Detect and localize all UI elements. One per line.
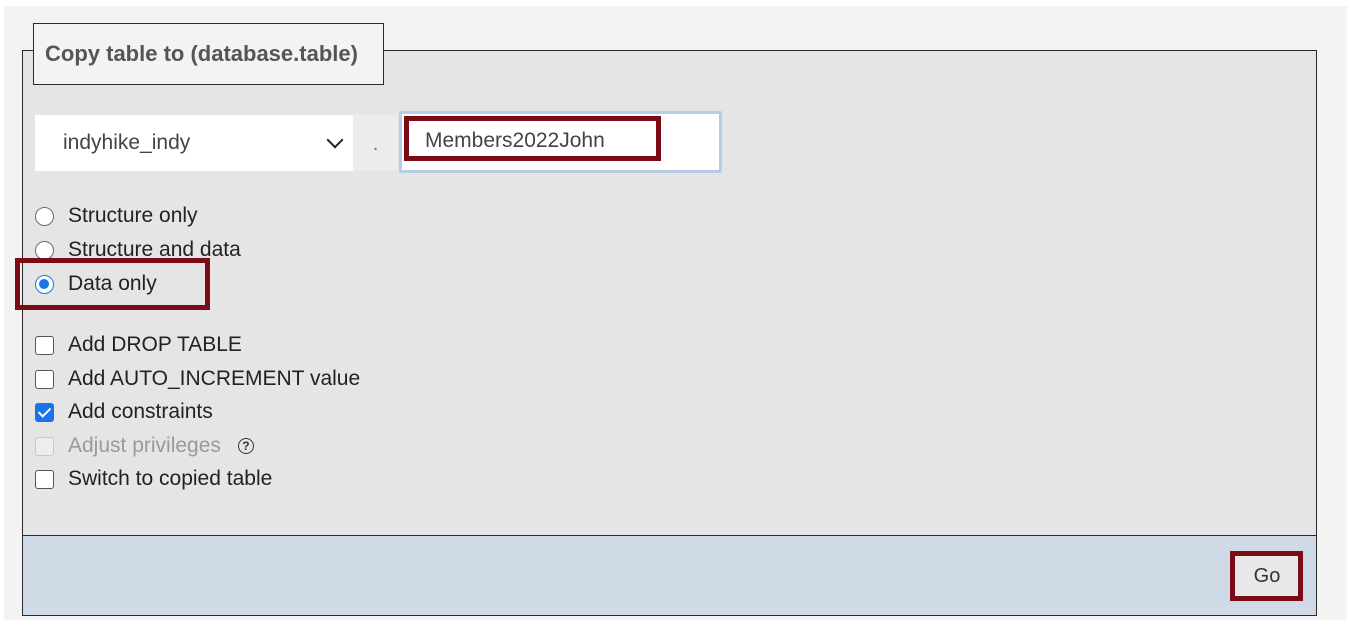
form-footer <box>22 535 1317 616</box>
fieldset-legend: Copy table to (database.table) <box>33 23 384 85</box>
chevron-down-icon <box>326 131 344 149</box>
checkbox-add-constraints[interactable]: Add constraints <box>35 398 213 426</box>
radio-structure-and-data[interactable]: Structure and data <box>35 236 241 264</box>
legend-title: Copy table to (database.table) <box>45 41 358 66</box>
database-table-separator: . <box>353 115 398 171</box>
checkbox <box>35 436 54 456</box>
checkbox-add-drop-table[interactable]: Add DROP TABLE <box>35 331 242 359</box>
radio-structure-only[interactable]: Structure only <box>35 202 198 230</box>
checkbox-label: Add DROP TABLE <box>68 333 242 356</box>
database-select-value: indyhike_indy <box>63 131 191 154</box>
radio-label: Structure only <box>68 204 198 227</box>
checkbox[interactable] <box>35 402 54 422</box>
radio-label: Structure and data <box>68 238 241 261</box>
checkbox-label: Adjust privileges <box>68 434 221 457</box>
checkbox-switch-to-copied-table[interactable]: Switch to copied table <box>35 465 272 493</box>
checkbox[interactable] <box>35 369 54 389</box>
checkbox-label: Switch to copied table <box>68 467 273 490</box>
checkbox-add-auto-increment[interactable]: Add AUTO_INCREMENT value <box>35 365 360 393</box>
question-circle-icon[interactable]: ? <box>237 438 254 454</box>
radio-button[interactable] <box>35 206 54 226</box>
checkbox[interactable] <box>35 335 54 355</box>
checkbox-label: Add constraints <box>68 400 213 423</box>
radio-label: Data only <box>68 272 157 295</box>
radio-button[interactable] <box>35 240 54 260</box>
go-button[interactable]: Go <box>1232 552 1302 600</box>
checkbox-label: Add AUTO_INCREMENT value <box>68 367 361 390</box>
radio-button[interactable] <box>35 274 54 294</box>
table-name-field-wrapper <box>399 111 722 173</box>
checkbox-adjust-privileges: Adjust privileges ? <box>35 432 254 460</box>
radio-data-only[interactable]: Data only <box>35 270 157 298</box>
table-name-input[interactable] <box>411 123 705 159</box>
database-select[interactable]: indyhike_indy <box>35 115 353 171</box>
checkbox[interactable] <box>35 469 54 489</box>
